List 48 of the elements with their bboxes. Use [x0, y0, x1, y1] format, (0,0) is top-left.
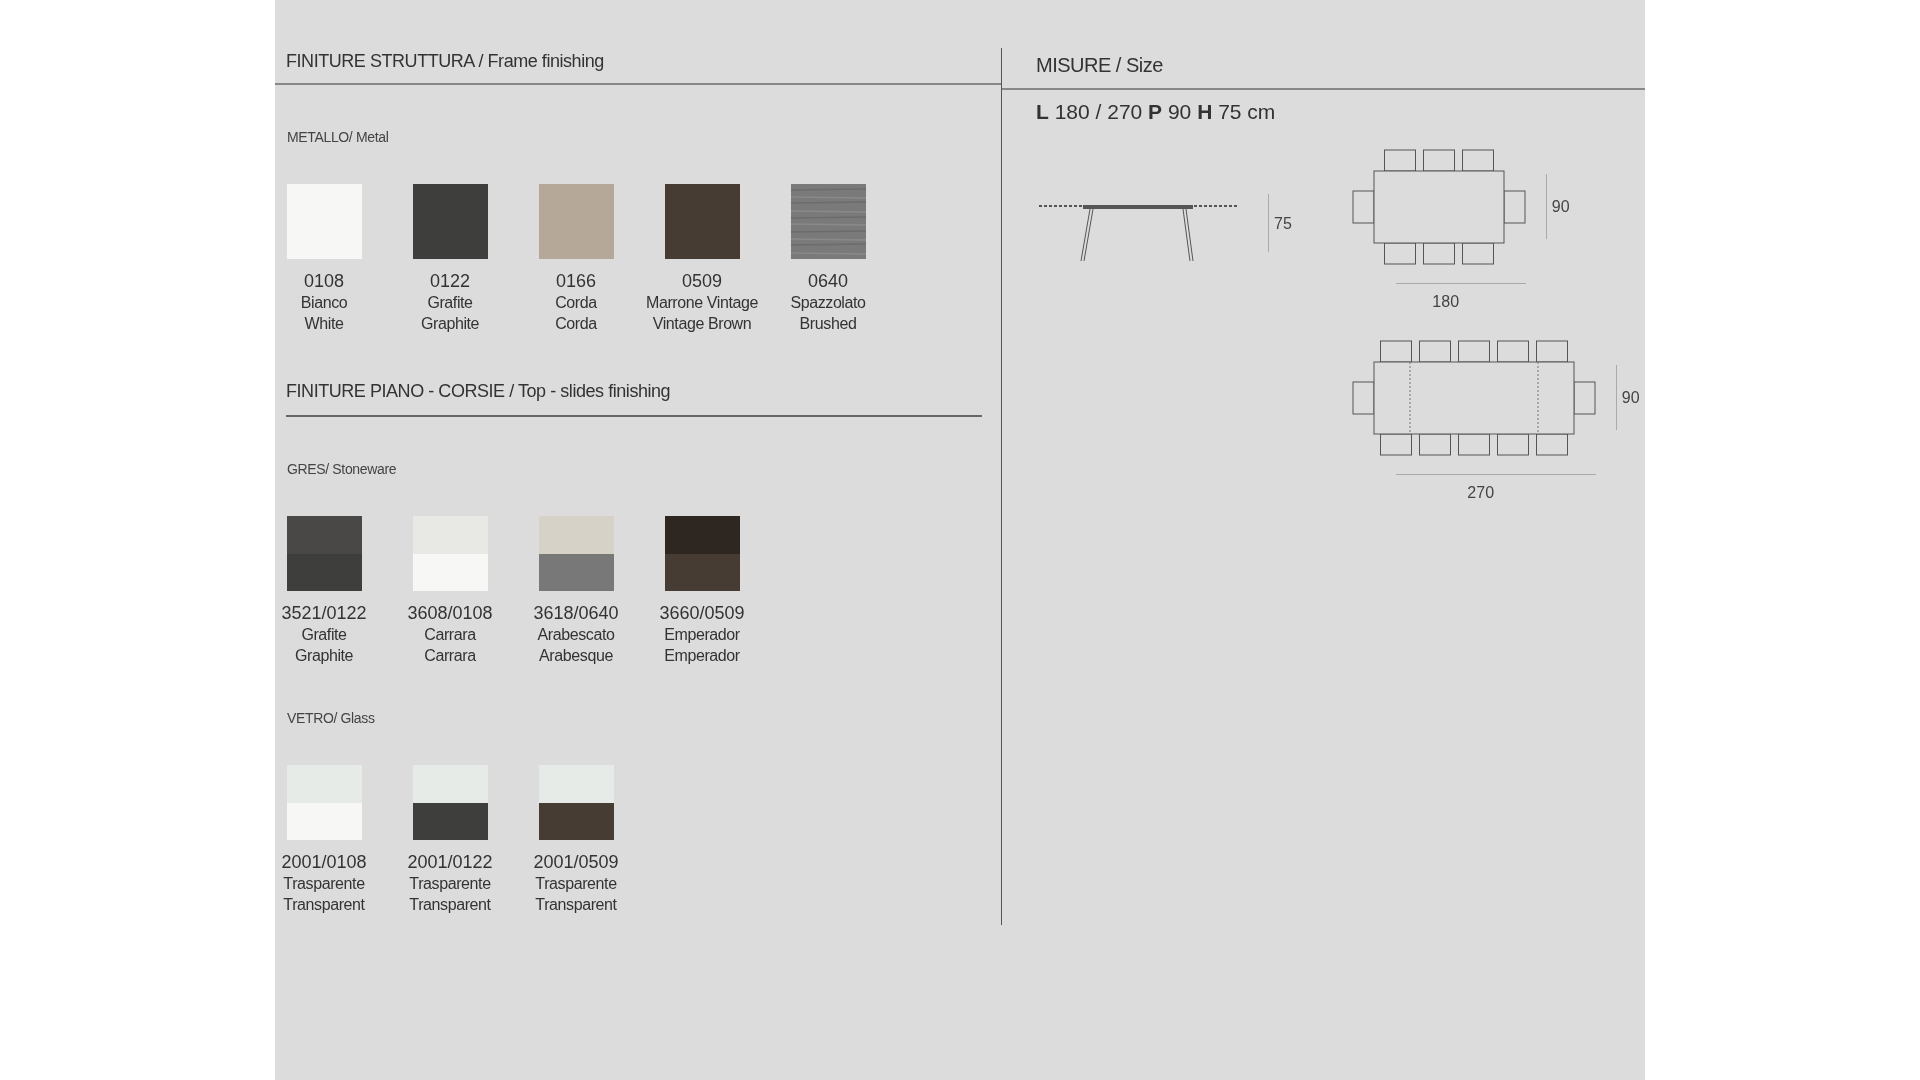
finish-name: Grafite — [301, 625, 347, 645]
section-title: FINITURE PIANO - CORSIE / Top - slides finishing — [286, 381, 671, 401]
dimension-label: 90 — [1551, 196, 1570, 217]
finish-name: Transparent — [535, 895, 617, 915]
finish-name: Bianco — [300, 293, 348, 313]
finish-name: Trasparente — [409, 874, 491, 894]
finish-name: White — [304, 314, 344, 334]
finish-code: 3618/0640 — [533, 603, 619, 624]
finish-name: Arabescato — [537, 625, 615, 645]
section-title: FINITURE STRUTTURA / Frame finishing — [286, 51, 604, 71]
finish-code: 3521/0122 — [281, 603, 367, 624]
dimension-label: 90 — [1621, 387, 1640, 408]
finish-code: 2001/0122 — [407, 852, 493, 873]
finish-code: 2001/0108 — [281, 852, 367, 873]
finish-name: Vintage Brown — [652, 314, 752, 334]
finish-name: Transparent — [409, 895, 491, 915]
finish-name: Emperador — [664, 625, 740, 645]
finish-name: Marrone Vintage — [646, 293, 758, 313]
finish-code: 2001/0509 — [533, 852, 619, 873]
finish-code: 0166 — [555, 271, 596, 292]
finish-code: 0640 — [807, 271, 848, 292]
group-title: GRES/ Stoneware — [286, 460, 398, 479]
section-title: MISURE / Size — [1036, 54, 1163, 76]
finish-name: Spazzolato — [790, 293, 866, 313]
finish-name: Trasparente — [535, 874, 617, 894]
group-title: VETRO/ Glass — [286, 709, 376, 728]
finish-code: 0122 — [429, 271, 470, 292]
dimension-label: 180 — [1432, 291, 1460, 312]
dimensions-text: L 180 / 270 P 90 H 75 cm — [1035, 99, 1277, 125]
finish-name: Arabesque — [539, 646, 613, 666]
finish-name: Carrara — [424, 625, 476, 645]
group-title: METALLO/ Metal — [286, 128, 390, 147]
finish-name: Trasparente — [283, 874, 365, 894]
finish-name: Emperador — [664, 646, 740, 666]
finish-name: Graphite — [420, 314, 480, 334]
finish-name: Carrara — [424, 646, 476, 666]
finish-name: Graphite — [294, 646, 354, 666]
dimension-label: 270 — [1467, 482, 1495, 503]
finish-code: 3660/0509 — [659, 603, 745, 624]
finish-name: Brushed — [799, 314, 857, 334]
finish-name: Corda — [555, 293, 597, 313]
finish-code: 0509 — [681, 271, 722, 292]
finish-name: Corda — [555, 314, 597, 334]
finish-code: 0108 — [303, 271, 344, 292]
finish-name: Transparent — [283, 895, 365, 915]
finish-name: Grafite — [427, 293, 473, 313]
dimension-label: 75 — [1274, 213, 1292, 234]
finish-code: 3608/0108 — [407, 603, 493, 624]
